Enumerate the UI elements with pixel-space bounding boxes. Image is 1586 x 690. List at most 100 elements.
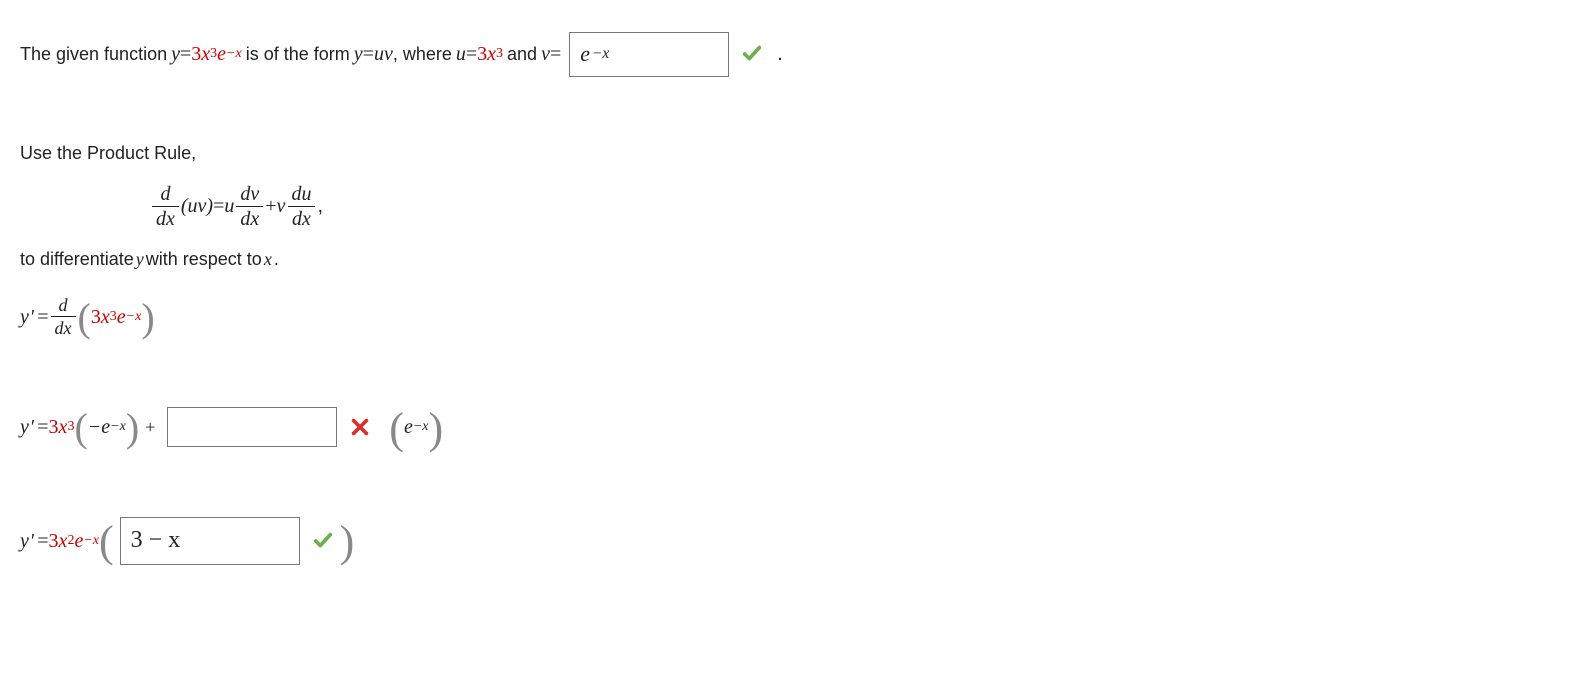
lhs: y ′ = — [20, 413, 49, 441]
product-rule-formula: d dx (uv) = u dv dx + v du dx , — [150, 184, 1566, 229]
du-dx: du dx — [287, 184, 315, 229]
text: The given function — [20, 42, 167, 67]
equals: = — [37, 413, 48, 441]
var-v: v — [541, 40, 550, 68]
math-y-def: y = 3 x 3 e −x — [171, 40, 242, 68]
equals: = — [180, 40, 191, 68]
cross-icon — [349, 416, 371, 438]
d-dx: d dx — [152, 184, 179, 229]
equals: = — [363, 40, 374, 68]
check-icon — [741, 43, 763, 65]
den: dx — [236, 206, 263, 229]
left-paren: ( — [74, 412, 87, 444]
left-paren: ( — [99, 524, 114, 559]
comma: , — [317, 192, 323, 220]
answer1-exp: −x — [592, 45, 609, 62]
text: is of the form — [246, 42, 350, 67]
product-rule-outro: to differentiate y with respect to x . — [20, 247, 1566, 272]
coeff: 3 — [49, 527, 59, 555]
var-u: u — [456, 40, 466, 68]
neg-x: −x — [110, 419, 126, 434]
equals: = — [550, 40, 561, 68]
text: with respect to — [146, 247, 262, 272]
product-rule-intro: Use the Product Rule, — [20, 141, 1566, 166]
text: Use the Product Rule, — [20, 141, 196, 166]
den: dx — [288, 206, 315, 229]
check-icon — [312, 530, 334, 552]
lhs: y ′ = — [20, 527, 49, 555]
neg-x: −x — [83, 533, 99, 548]
equals: = — [466, 40, 477, 68]
exponent: 3 — [210, 46, 217, 61]
step1-equation: y ′ = d dx ( 3 x 3 e −x ) — [20, 296, 1566, 337]
math-u-def: u = 3 x 3 — [456, 40, 503, 68]
step2-equation: y ′ = 3 x 3 ( −e −x ) + ( e −x ) — [20, 407, 1566, 447]
answer-input-1[interactable]: e −x — [569, 32, 729, 77]
den: dx — [152, 206, 179, 229]
var-x: x — [59, 527, 68, 555]
equals: = — [213, 192, 224, 220]
equals: = — [37, 527, 48, 555]
u: u — [224, 192, 234, 220]
neg-e: −e — [88, 413, 110, 441]
answer3-value: 3 − x — [131, 524, 181, 558]
var-y: y — [20, 413, 29, 441]
equals: = — [37, 303, 48, 331]
prime: ′ — [31, 527, 35, 555]
var-y: y — [136, 247, 144, 272]
neg-x-exp: −x — [226, 46, 242, 61]
right-paren: ) — [126, 412, 139, 444]
e: e — [74, 527, 83, 555]
var-y: y — [20, 527, 29, 555]
num: dv — [236, 184, 263, 206]
math-v-eq: v = — [541, 40, 561, 68]
prime: ′ — [31, 303, 35, 331]
lhs: y ′ = — [20, 303, 49, 331]
var-y: y — [171, 40, 180, 68]
plus: + — [145, 415, 155, 440]
uv: uv — [374, 40, 393, 68]
dv-dx: dv dx — [236, 184, 263, 229]
var-x: x — [201, 40, 210, 68]
exp: 2 — [67, 533, 74, 548]
var-x: x — [487, 40, 496, 68]
text: . — [274, 247, 279, 272]
exp: 3 — [67, 419, 74, 434]
var-y: y — [354, 40, 363, 68]
var-x: x — [59, 413, 68, 441]
term1-factor: −e −x — [88, 413, 126, 441]
neg-x: −x — [413, 419, 429, 434]
num: d — [156, 184, 174, 206]
var-x: x — [264, 247, 272, 272]
answer-input-3[interactable]: 3 − x — [120, 517, 300, 565]
right-paren: ) — [340, 524, 355, 559]
e: e — [117, 303, 126, 331]
coeff: 3 — [191, 40, 201, 68]
plus: + — [265, 192, 276, 220]
num: du — [287, 184, 315, 206]
math-y-uv: y = uv — [354, 40, 393, 68]
var-x: x — [101, 303, 110, 331]
left-paren: ( — [389, 411, 404, 446]
e: e — [404, 413, 413, 441]
e: e — [217, 40, 226, 68]
text: and — [507, 42, 537, 67]
prime: ′ — [31, 413, 35, 441]
exponent: 3 — [496, 46, 503, 61]
term2-factor: e −x — [404, 413, 429, 441]
exp: 3 — [110, 309, 117, 324]
answer1-base: e — [580, 39, 590, 70]
step3-equation: y ′ = 3 x 2 e −x ( 3 − x ) — [20, 517, 1566, 565]
period: . — [777, 40, 783, 68]
term1-coef: 3 x 3 — [49, 413, 75, 441]
answer-input-2[interactable] — [167, 407, 337, 447]
var-y: y — [20, 303, 29, 331]
intro-line: The given function y = 3 x 3 e −x is of … — [20, 32, 1566, 77]
num: d — [55, 296, 72, 316]
den: dx — [51, 316, 76, 337]
text: , where — [393, 42, 452, 67]
right-paren: ) — [429, 411, 444, 446]
d-dx: d dx — [51, 296, 76, 337]
left-paren: ( — [78, 302, 91, 334]
right-paren: ) — [141, 302, 154, 334]
